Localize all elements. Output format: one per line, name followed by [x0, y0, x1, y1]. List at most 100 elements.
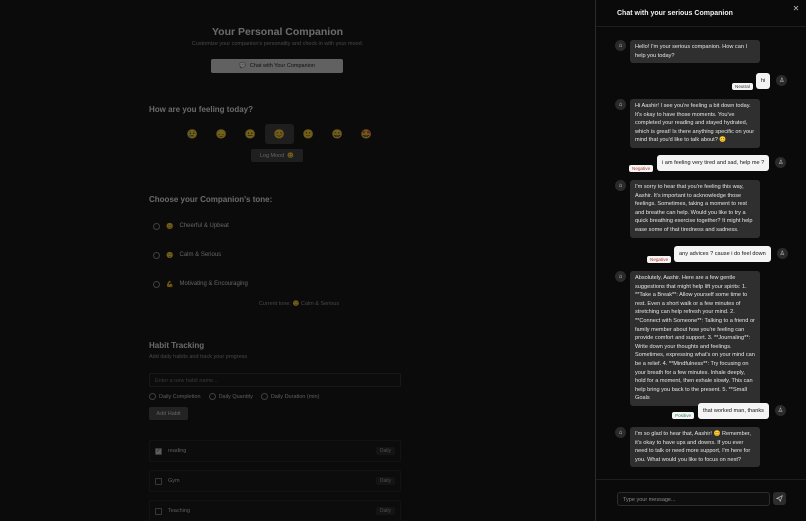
habit-type-options: Daily Completion Daily Quantity Daily Du… — [149, 393, 319, 400]
habit-frequency-badge: Daily — [375, 447, 395, 455]
tone-option-motivating[interactable]: 💪 Motivating & Encouraging — [153, 275, 398, 293]
tone-option-cheerful[interactable]: 😊 Cheerful & Upbeat — [153, 217, 398, 235]
message-input[interactable]: Type your message... — [617, 492, 770, 506]
sentiment-badge: Neutral — [732, 83, 753, 90]
bot-message-text: Hi Aashir! I see you're feeling a bit do… — [630, 99, 760, 148]
habit-name: reading — [168, 448, 187, 454]
radio-icon[interactable] — [153, 222, 160, 230]
page-subtitle: Customize your companion's personality a… — [191, 41, 364, 47]
user-message: that worked man, thanks ♙ — [698, 403, 786, 419]
tone-emoji: 😊 — [166, 223, 174, 230]
bot-message: ⌂ Hello! I'm your serious companion. How… — [615, 40, 760, 64]
close-icon[interactable]: ✕ — [792, 5, 800, 13]
radio-icon[interactable] — [153, 251, 160, 259]
habit-subtitle: Add daily habits and track your progress — [149, 354, 248, 360]
bot-avatar-icon: ⌂ — [615, 271, 626, 282]
user-avatar-icon: ♙ — [774, 405, 786, 416]
current-tone-value: 😌 Calm & Serious — [292, 301, 340, 307]
mood-option[interactable]: 😄 — [323, 124, 352, 144]
mood-option[interactable]: 😢 — [178, 124, 207, 144]
habit-type-completion[interactable]: Daily Completion — [149, 393, 201, 400]
sentiment-badge: Negative — [647, 256, 672, 263]
mood-option[interactable]: 🙂 — [294, 124, 323, 144]
user-message-text: i am feeling very tired and sad, help me… — [657, 155, 770, 171]
bot-message: ⌂ Hi Aashir! I see you're feeling a bit … — [615, 99, 760, 148]
tone-heading: Choose your Companion's tone: — [149, 195, 273, 204]
page-title: Your Personal Companion — [211, 26, 344, 38]
radio-icon[interactable] — [149, 393, 156, 400]
sentiment-badge: Positive — [672, 412, 695, 419]
user-message-text: any advices ? cause i do feel down — [674, 246, 771, 262]
user-message-text: that worked man, thanks — [698, 403, 769, 419]
habit-heading: Habit Tracking — [149, 341, 205, 350]
tone-label: Calm & Serious — [179, 252, 222, 258]
user-message: hi ♙ — [756, 73, 788, 89]
radio-icon[interactable] — [208, 393, 216, 400]
bot-message: ⌂ I'm so glad to hear that, Aashir! 😊 Re… — [615, 427, 760, 468]
user-avatar-icon: ♙ — [776, 248, 788, 259]
mood-heading: How are you feeling today? — [149, 105, 254, 114]
chat-bubble-icon: 💬 — [239, 63, 246, 69]
message-list[interactable]: ⌂ Hello! I'm your serious companion. How… — [596, 27, 806, 479]
current-tone-prefix: Current tone: — [258, 301, 291, 307]
habit-type-label: Daily Quantity — [218, 393, 253, 400]
habit-frequency-badge: Daily — [375, 507, 395, 515]
bot-avatar-icon: ⌂ — [615, 99, 626, 110]
log-mood-button[interactable]: Log Mood 😊 — [251, 149, 303, 162]
bot-avatar-icon: ⌂ — [615, 40, 626, 51]
mood-option-selected[interactable]: 😊 — [265, 124, 294, 144]
radio-icon[interactable] — [153, 280, 160, 288]
chat-panel: Chat with your serious Companion ✕ ⌂ Hel… — [595, 0, 806, 521]
user-avatar-icon: ♙ — [776, 75, 788, 86]
chat-with-companion-button[interactable]: 💬 Chat with Your Companion — [211, 59, 343, 73]
habit-type-duration[interactable]: Daily Duration (min) — [260, 393, 320, 400]
sentiment-badge: Negative — [629, 165, 654, 172]
mood-selector: 😢 😞 😐 😊 🙂 😄 🤩 — [178, 124, 381, 144]
habit-name: Teaching — [168, 508, 191, 514]
mood-option[interactable]: 🤩 — [352, 124, 381, 144]
bot-message-text: I'm sorry to hear that you're feeling th… — [630, 180, 760, 238]
chat-panel-title: Chat with your serious Companion — [617, 10, 733, 17]
habit-row: ✓ reading Daily — [149, 440, 401, 462]
user-avatar-icon: ♙ — [775, 157, 787, 168]
log-mood-emoji: 😊 — [287, 152, 295, 159]
mood-option[interactable]: 😞 — [207, 124, 236, 144]
habit-type-label: Daily Duration (min) — [270, 393, 320, 400]
chat-button-label: Chat with Your Companion — [249, 63, 315, 69]
current-tone: Current tone: 😌 Calm & Serious — [149, 301, 449, 307]
bot-message-text: Hello! I'm your serious companion. How c… — [630, 40, 760, 64]
bot-avatar-icon: ⌂ — [615, 427, 626, 438]
radio-icon[interactable] — [260, 393, 268, 400]
send-icon — [776, 495, 783, 502]
bot-message-text: Absolutely, Aashir. Here are a few gentl… — [630, 271, 760, 406]
add-habit-button[interactable]: Add Habit — [149, 407, 188, 420]
habit-name-input[interactable]: Enter a new habit name... — [149, 373, 401, 387]
send-button[interactable] — [773, 492, 786, 505]
habit-name: Gym — [168, 478, 180, 484]
message-composer: Type your message... — [596, 479, 806, 521]
tone-option-calm[interactable]: 😌 Calm & Serious — [153, 246, 398, 264]
checkbox-icon[interactable] — [155, 477, 162, 485]
bot-message-text: I'm so glad to hear that, Aashir! 😊 Reme… — [630, 427, 760, 468]
tone-label: Cheerful & Upbeat — [179, 223, 229, 229]
bot-message: ⌂ Absolutely, Aashir. Here are a few gen… — [615, 271, 760, 406]
main-page: Your Personal Companion Customize your c… — [0, 0, 595, 521]
habit-row: Gym Daily — [149, 470, 401, 492]
bot-message: ⌂ I'm sorry to hear that you're feeling … — [615, 180, 760, 238]
tone-label: Motivating & Encouraging — [179, 281, 248, 287]
habit-type-quantity[interactable]: Daily Quantity — [208, 393, 253, 400]
bot-avatar-icon: ⌂ — [615, 180, 626, 191]
habit-row: Teaching Daily — [149, 500, 401, 521]
user-message: i am feeling very tired and sad, help me… — [657, 155, 787, 171]
log-mood-label: Log Mood — [259, 152, 285, 159]
mood-option[interactable]: 😐 — [236, 124, 265, 144]
habit-type-label: Daily Completion — [159, 393, 201, 400]
user-message-text: hi — [756, 73, 771, 89]
user-message: any advices ? cause i do feel down ♙ — [674, 246, 788, 262]
habit-frequency-badge: Daily — [375, 477, 395, 485]
app-root: Your Personal Companion Customize your c… — [0, 0, 806, 521]
tone-emoji: 💪 — [166, 281, 174, 288]
checkbox-checked-icon[interactable]: ✓ — [155, 447, 162, 455]
checkbox-icon[interactable] — [155, 507, 162, 515]
tone-emoji: 😌 — [166, 252, 174, 259]
